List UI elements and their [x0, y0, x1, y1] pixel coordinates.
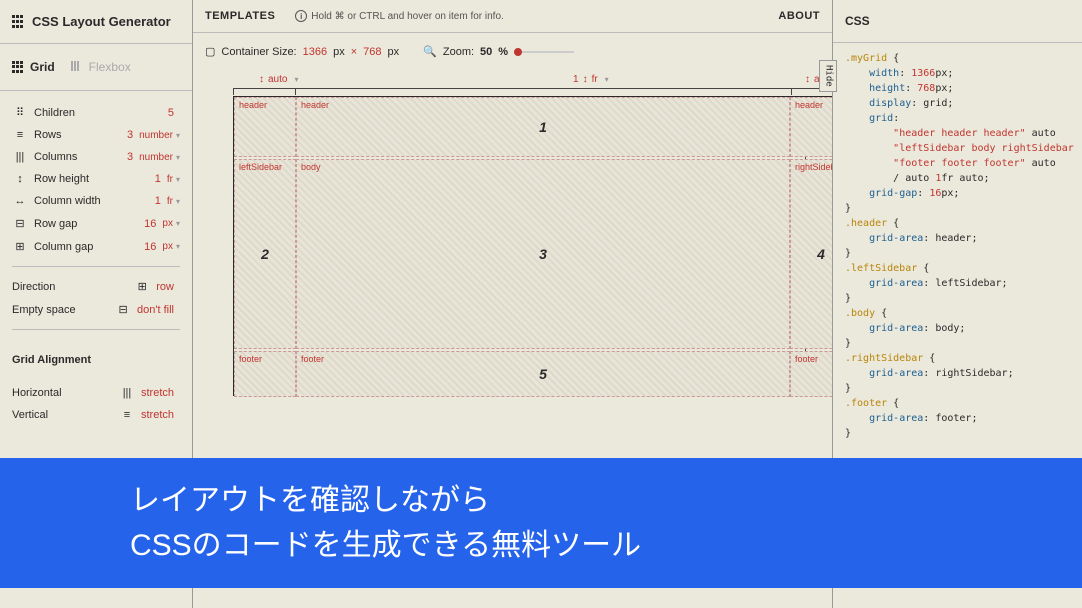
- mode-flexbox[interactable]: Flexbox: [71, 60, 131, 74]
- grid-icon: [12, 61, 24, 73]
- grid-alignment-title: Grid Alignment: [0, 348, 192, 372]
- cell-header-1[interactable]: header: [234, 97, 296, 157]
- row-height-icon: ↕: [12, 173, 28, 185]
- rows-icon: ≡: [12, 129, 28, 141]
- cell-header-2[interactable]: header1: [296, 97, 790, 157]
- chevron-down-icon: ▾: [176, 131, 180, 140]
- topbar: TEMPLATES i Hold ⌘ or CTRL and hover on …: [193, 0, 832, 33]
- col-axis-2[interactable]: 1 ↕ fr ▾: [573, 74, 609, 85]
- topbar-info: i Hold ⌘ or CTRL and hover on item for i…: [295, 10, 504, 22]
- toolbar: ▢ Container Size: 1366 px × 768 px 🔍 Zoo…: [193, 33, 832, 70]
- prop-row-gap[interactable]: ⊟ Row gap 16 px▾: [12, 212, 180, 235]
- prop-horizontal[interactable]: Horizontal ||| stretch: [12, 382, 180, 404]
- logo-icon: [12, 15, 26, 29]
- container-size[interactable]: ▢ Container Size: 1366 px × 768 px: [205, 45, 399, 58]
- col-gap-icon: ⊞: [12, 240, 28, 253]
- banner-line-1: レイアウトを確認しながら: [130, 478, 1082, 523]
- zoom-slider[interactable]: [514, 51, 574, 53]
- chevron-down-icon: ▾: [176, 175, 180, 184]
- code-title: CSS: [833, 0, 1082, 43]
- cell-body[interactable]: body3: [296, 159, 790, 349]
- vertical-icon: ≡: [119, 409, 135, 421]
- hide-button[interactable]: Hide: [819, 60, 837, 92]
- columns-icon: |||: [12, 151, 28, 163]
- templates-link[interactable]: TEMPLATES: [205, 10, 275, 22]
- container-icon: ▢: [205, 45, 215, 58]
- cell-left-sidebar[interactable]: leftSidebar2: [234, 159, 296, 349]
- flexbox-icon: [71, 61, 83, 73]
- row-gap-icon: ⊟: [12, 217, 28, 230]
- horizontal-icon: |||: [119, 387, 135, 399]
- prop-col-gap[interactable]: ⊞ Column gap 16 px▾: [12, 235, 180, 258]
- cell-footer-2[interactable]: footer5: [296, 351, 790, 397]
- zoom-icon: 🔍: [423, 45, 437, 58]
- children-icon: ⠿: [12, 106, 28, 119]
- mode-grid[interactable]: Grid: [12, 60, 55, 74]
- app-title: CSS Layout Generator: [32, 14, 171, 29]
- prop-vertical[interactable]: Vertical ≡ stretch: [12, 404, 180, 426]
- cell-footer-1[interactable]: footer: [234, 351, 296, 397]
- slider-thumb[interactable]: [514, 48, 522, 56]
- prop-children[interactable]: ⠿ Children 5: [12, 101, 180, 124]
- banner-line-2: CSSのコードを生成できる無料ツール: [130, 523, 1082, 568]
- col-width-icon: ↔: [12, 195, 28, 207]
- prop-columns[interactable]: ||| Columns 3 number▾: [12, 146, 180, 168]
- app-logo: CSS Layout Generator: [0, 0, 192, 44]
- col-axis-1[interactable]: ↕ auto ▾: [259, 74, 298, 85]
- grid-preview[interactable]: header header1 header leftSidebar2 body3…: [233, 96, 853, 396]
- overlay-banner: レイアウトを確認しながら CSSのコードを生成できる無料ツール: [0, 458, 1082, 588]
- prop-rows[interactable]: ≡ Rows 3 number▾: [12, 124, 180, 146]
- info-icon: i: [295, 10, 307, 22]
- prop-row-height[interactable]: ↕ Row height 1 fr▾: [12, 168, 180, 190]
- ruler-horizontal: [233, 88, 853, 94]
- chevron-down-icon: ▾: [176, 153, 180, 162]
- chevron-down-icon: ▾: [176, 219, 180, 228]
- prop-direction[interactable]: Direction ⊞ row: [12, 275, 180, 298]
- prop-col-width[interactable]: ↔ Column width 1 fr▾: [12, 190, 180, 212]
- zoom-control[interactable]: 🔍 Zoom: 50 %: [423, 45, 574, 58]
- mode-selector: Grid Flexbox: [0, 44, 192, 91]
- chevron-down-icon: ▾: [176, 242, 180, 251]
- empty-space-icon: ⊟: [115, 303, 131, 316]
- about-link[interactable]: ABOUT: [778, 10, 820, 22]
- prop-empty-space[interactable]: Empty space ⊟ don't fill: [12, 298, 180, 321]
- chevron-down-icon: ▾: [176, 197, 180, 206]
- direction-icon: ⊞: [134, 280, 150, 293]
